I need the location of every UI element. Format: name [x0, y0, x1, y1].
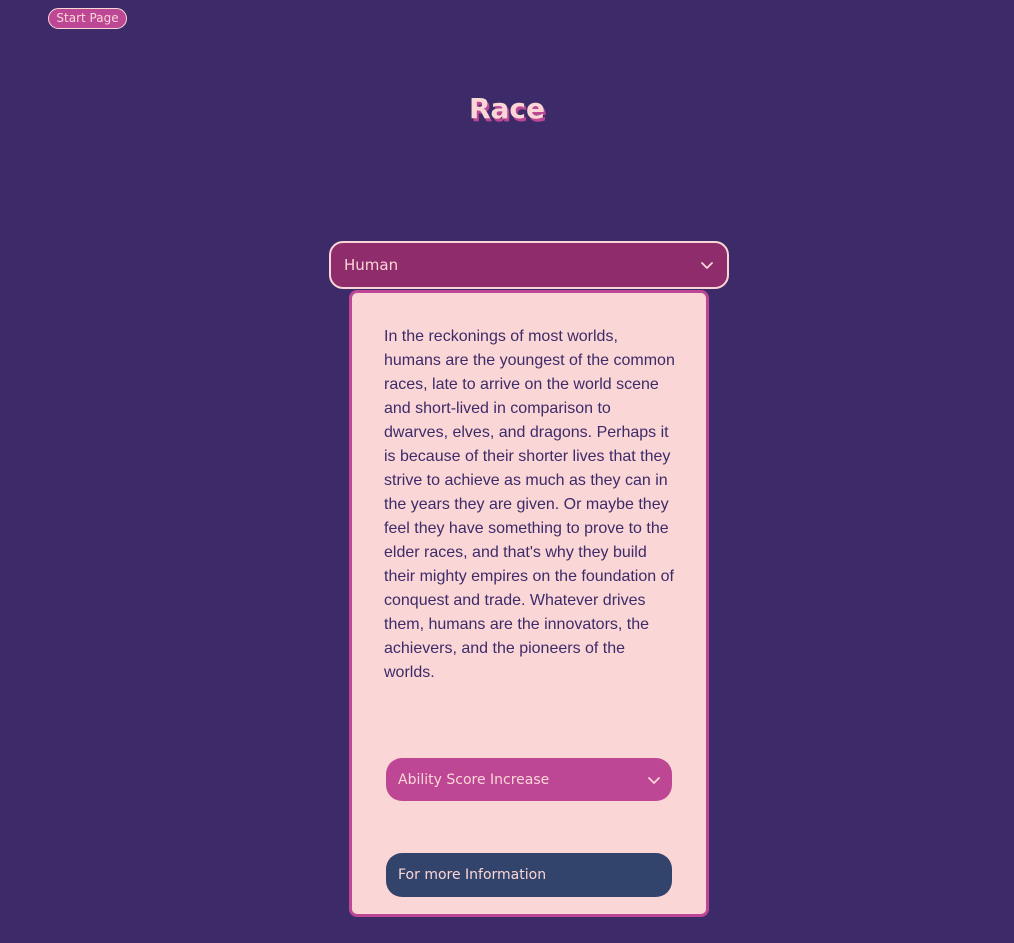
- more-information-button[interactable]: For more Information: [386, 853, 672, 897]
- race-description: In the reckonings of most worlds, humans…: [384, 328, 675, 681]
- race-select-value: Human: [344, 256, 399, 274]
- chevron-down-icon: [699, 257, 715, 273]
- ability-score-increase-label: Ability Score Increase: [398, 771, 550, 788]
- page-title: Race: [468, 92, 546, 125]
- chevron-down-icon: [646, 772, 662, 788]
- race-info-card: In the reckonings of most worlds, humans…: [349, 290, 709, 917]
- ability-score-increase-dropdown[interactable]: Ability Score Increase: [386, 758, 672, 801]
- race-select-dropdown[interactable]: Human: [329, 241, 729, 289]
- start-page-button[interactable]: Start Page: [48, 8, 127, 29]
- more-information-label: For more Information: [398, 867, 547, 883]
